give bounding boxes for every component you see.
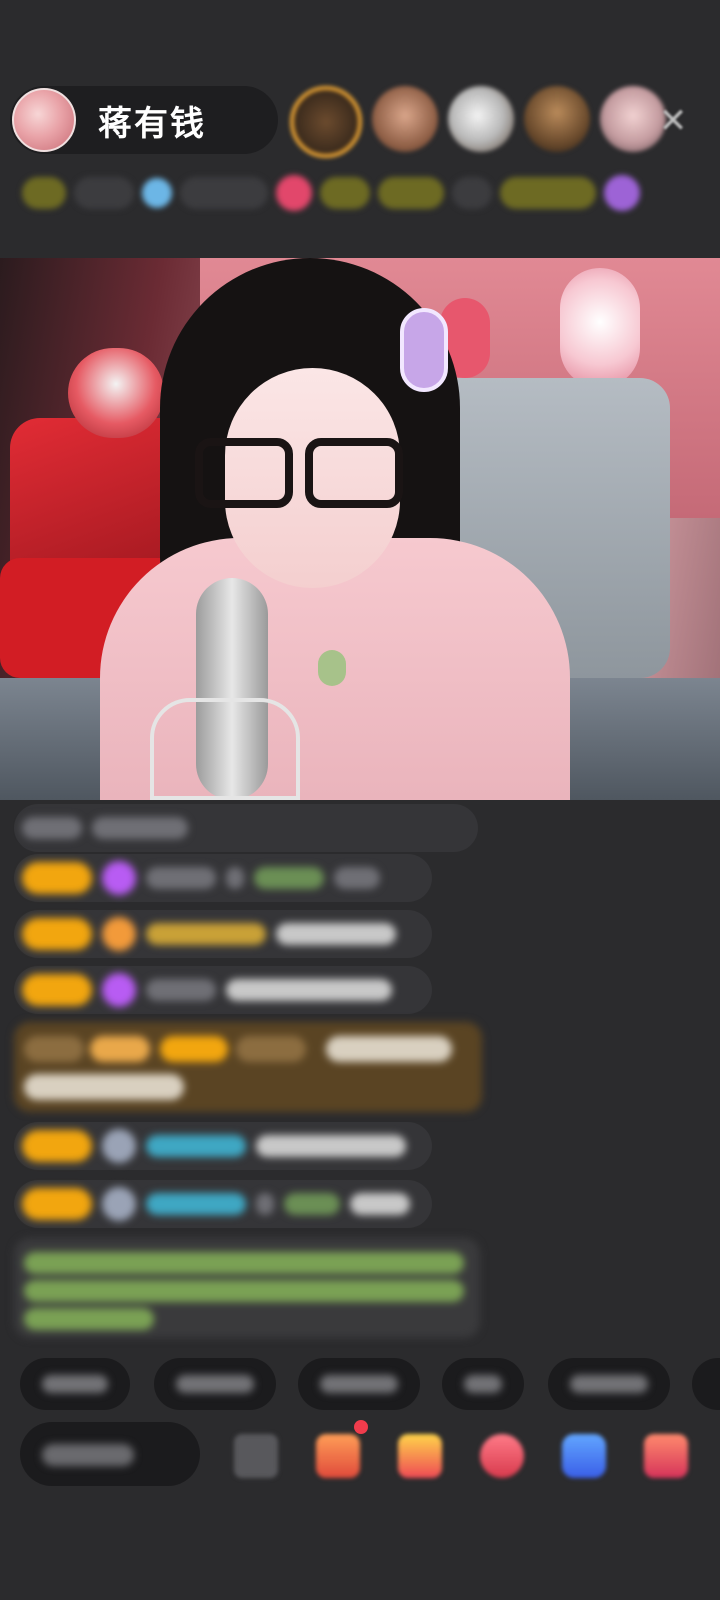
hair-clip xyxy=(400,308,448,392)
viewer-avatar[interactable] xyxy=(448,86,514,152)
plush-toy xyxy=(68,348,164,438)
tag-chip[interactable] xyxy=(500,177,596,209)
info-chip xyxy=(180,177,268,209)
treasure-box-icon[interactable] xyxy=(398,1434,442,1478)
info-chip xyxy=(74,177,134,209)
host-name: 蒋有钱 xyxy=(98,103,206,144)
microphone-mount xyxy=(150,698,300,800)
comment-input[interactable] xyxy=(20,1422,200,1486)
host-avatar[interactable] xyxy=(12,88,76,152)
quick-reply-chip[interactable] xyxy=(442,1358,524,1410)
blue-dot-icon xyxy=(142,178,172,208)
emoji-icon[interactable] xyxy=(234,1434,278,1478)
diamond-icon xyxy=(102,861,136,895)
quick-reply-chip[interactable] xyxy=(692,1358,720,1410)
chat-message[interactable] xyxy=(14,1122,432,1170)
pendant xyxy=(318,650,346,686)
chat-message[interactable] xyxy=(14,804,478,852)
stream-info-row xyxy=(22,170,690,216)
fan-badge-icon xyxy=(102,917,136,951)
chat-message[interactable] xyxy=(14,966,432,1014)
chat-message[interactable] xyxy=(14,910,432,958)
quick-reply-bar xyxy=(20,1358,720,1410)
level-badge xyxy=(22,974,92,1006)
quick-reply-chip[interactable] xyxy=(548,1358,670,1410)
live-video-feed[interactable] xyxy=(0,258,720,800)
gift-icon[interactable] xyxy=(316,1434,360,1478)
host-info-pill[interactable]: 蒋有钱 xyxy=(10,86,278,154)
chat-message[interactable] xyxy=(14,854,432,902)
rank-badge[interactable] xyxy=(22,177,66,209)
more-icon[interactable] xyxy=(644,1434,688,1478)
viewer-avatar-list xyxy=(290,86,666,158)
diamond-icon xyxy=(102,973,136,1007)
viewer-avatar[interactable] xyxy=(290,86,362,158)
notification-dot xyxy=(354,1420,368,1434)
follow-icon[interactable] xyxy=(276,175,312,211)
tag-chip[interactable] xyxy=(378,177,444,209)
quick-reply-chip[interactable] xyxy=(20,1358,130,1410)
purple-badge-icon[interactable] xyxy=(604,175,640,211)
game-icon[interactable] xyxy=(562,1434,606,1478)
level-badge xyxy=(22,1188,92,1220)
glasses xyxy=(195,438,410,508)
info-chip xyxy=(452,177,492,209)
quick-reply-chip[interactable] xyxy=(154,1358,276,1410)
viewer-avatar[interactable] xyxy=(524,86,590,152)
close-icon[interactable]: ✕ xyxy=(656,104,690,138)
live-stream-screen: 蒋有钱 ✕ xyxy=(0,0,720,1600)
user-badge-icon xyxy=(102,1129,136,1163)
quick-reply-chip[interactable] xyxy=(298,1358,420,1410)
highlighted-chat-message[interactable] xyxy=(14,1022,482,1112)
level-badge xyxy=(22,862,92,894)
viewer-avatar[interactable] xyxy=(372,86,438,152)
heart-icon[interactable] xyxy=(480,1434,524,1478)
chat-message[interactable] xyxy=(14,1180,432,1228)
level-badge xyxy=(22,1130,92,1162)
system-chat-message[interactable] xyxy=(14,1238,480,1338)
plush-toy xyxy=(560,268,640,388)
user-badge-icon xyxy=(102,1187,136,1221)
level-badge xyxy=(22,918,92,950)
tag-chip[interactable] xyxy=(320,177,370,209)
